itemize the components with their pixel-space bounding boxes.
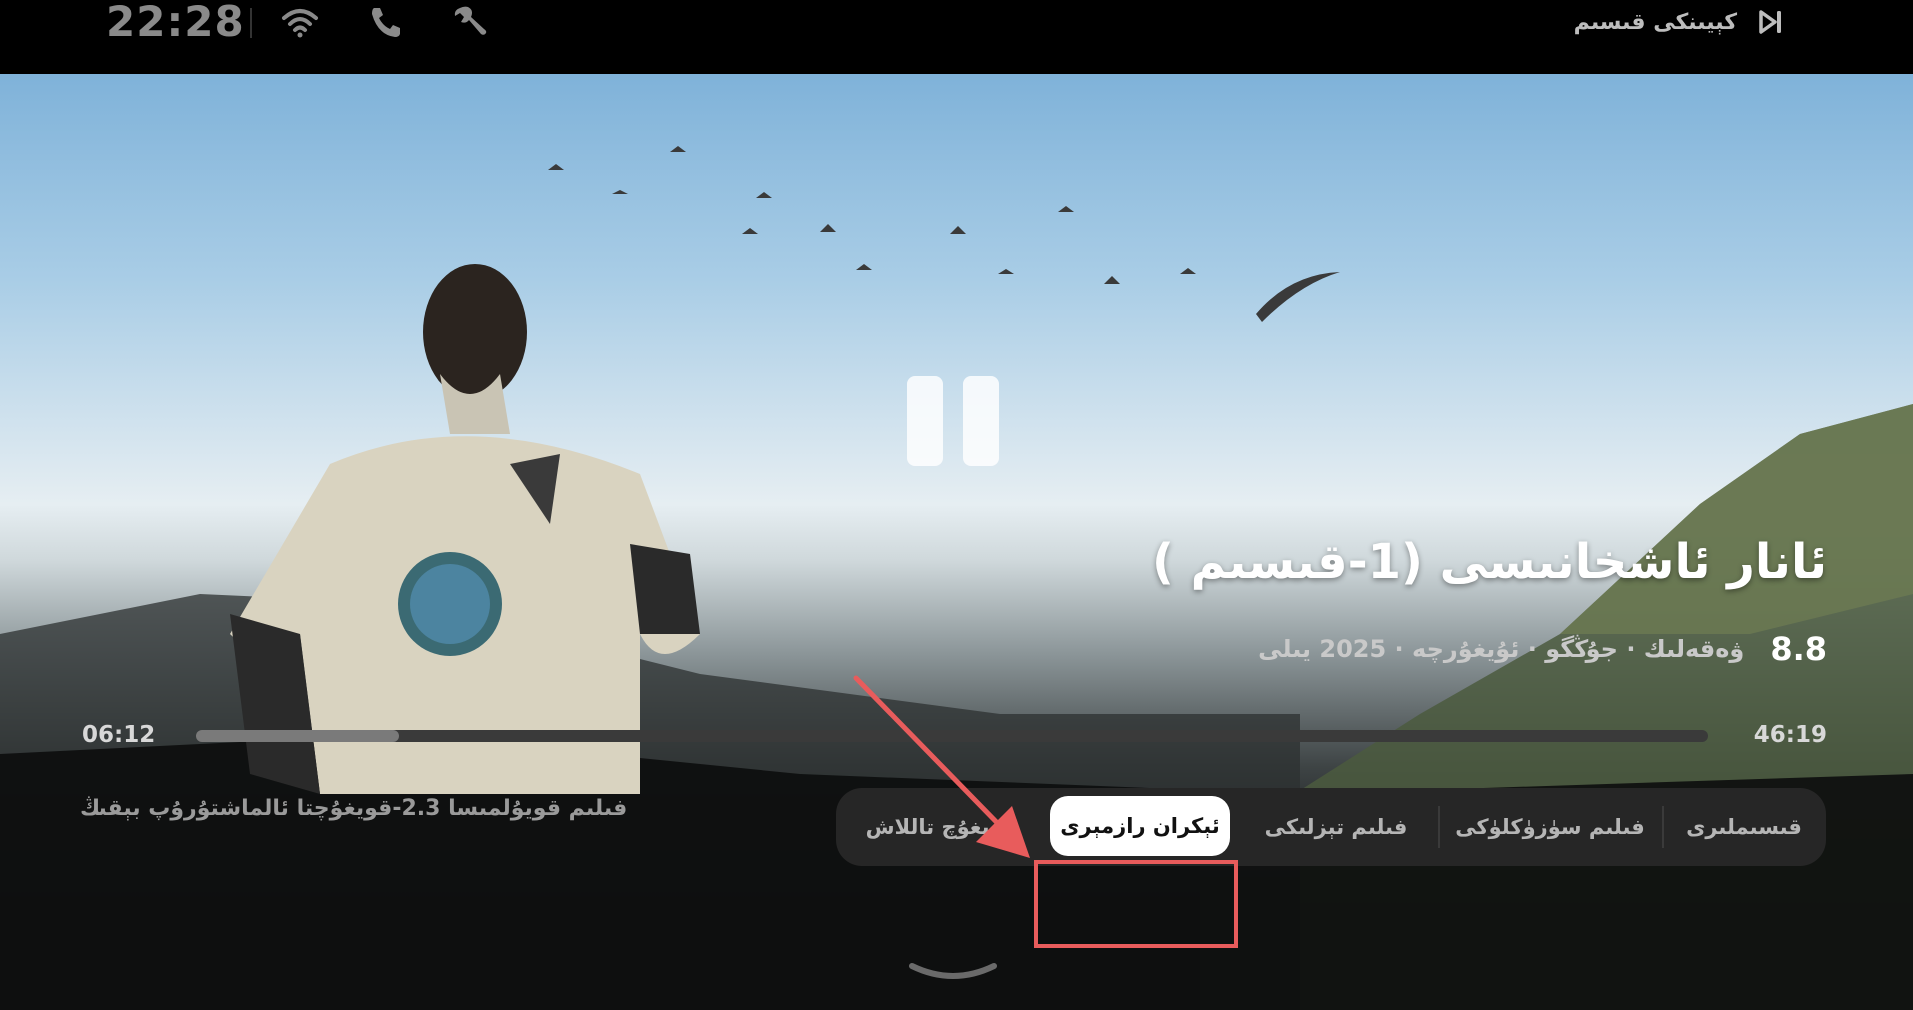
player-hint: فىلىم قويۇلمىسا 2.3-قويغۇچتا ئالماشتۇرۇپ… [80,796,628,821]
current-time: 06:12 [82,722,156,748]
next-episode-button[interactable]: كېيىنكى قىسىم [1574,2,1785,42]
next-episode-icon [1751,5,1785,39]
chevron-down-icon[interactable] [908,958,998,988]
tab-separator [1438,806,1440,848]
video-meta: 8.8 ۋەقەلىك · جۇڭگو · ئۇيغۇرچە · 2025 يى… [1258,630,1827,668]
control-tab-bar: قىسىملىرى فىلىم سۈزۈكلۈكى فىلىم تېزلىكى … [836,788,1826,866]
annotation-highlight-box [1034,860,1238,948]
pause-icon[interactable] [907,376,999,468]
tab-episodes[interactable]: قىسىملىرى [1662,788,1826,866]
next-episode-label: كېيىنكى قىسىم [1573,9,1737,35]
rating: 8.8 [1770,630,1827,668]
tab-separator [1662,806,1664,848]
progress-fill [196,730,399,742]
video-title: ئانار ئاشخانىسى (1-قىسىم ) [1151,534,1827,590]
wifi-icon [280,4,320,40]
meta-info: ۋەقەلىك · جۇڭگو · ئۇيغۇرچە · 2025 يىلى [1258,635,1745,663]
clock: 22:28 [106,0,245,46]
status-bar: 22:28 كېيىنكى قىسىم [0,0,1913,74]
birds [548,146,1340,322]
phone-icon[interactable] [366,4,406,40]
progress-slider[interactable] [196,730,1708,742]
duration: 46:19 [1753,722,1827,748]
wrench-icon[interactable] [450,4,490,40]
person-figure [230,264,700,794]
tab-player-select[interactable]: قويغۇچ تاللاش [836,788,1046,866]
tab-screen-size[interactable]: ئېكران رازمېرى [1050,796,1230,856]
tab-speed[interactable]: فىلىم تېزلىكى [1236,788,1436,866]
tab-quality[interactable]: فىلىم سۈزۈكلۈكى [1440,788,1660,866]
video-player-screen: 22:28 كېيىنكى قىسىم ئانار ئاشخانىسى (1-ق… [0,0,1913,1010]
status-divider [250,8,252,38]
